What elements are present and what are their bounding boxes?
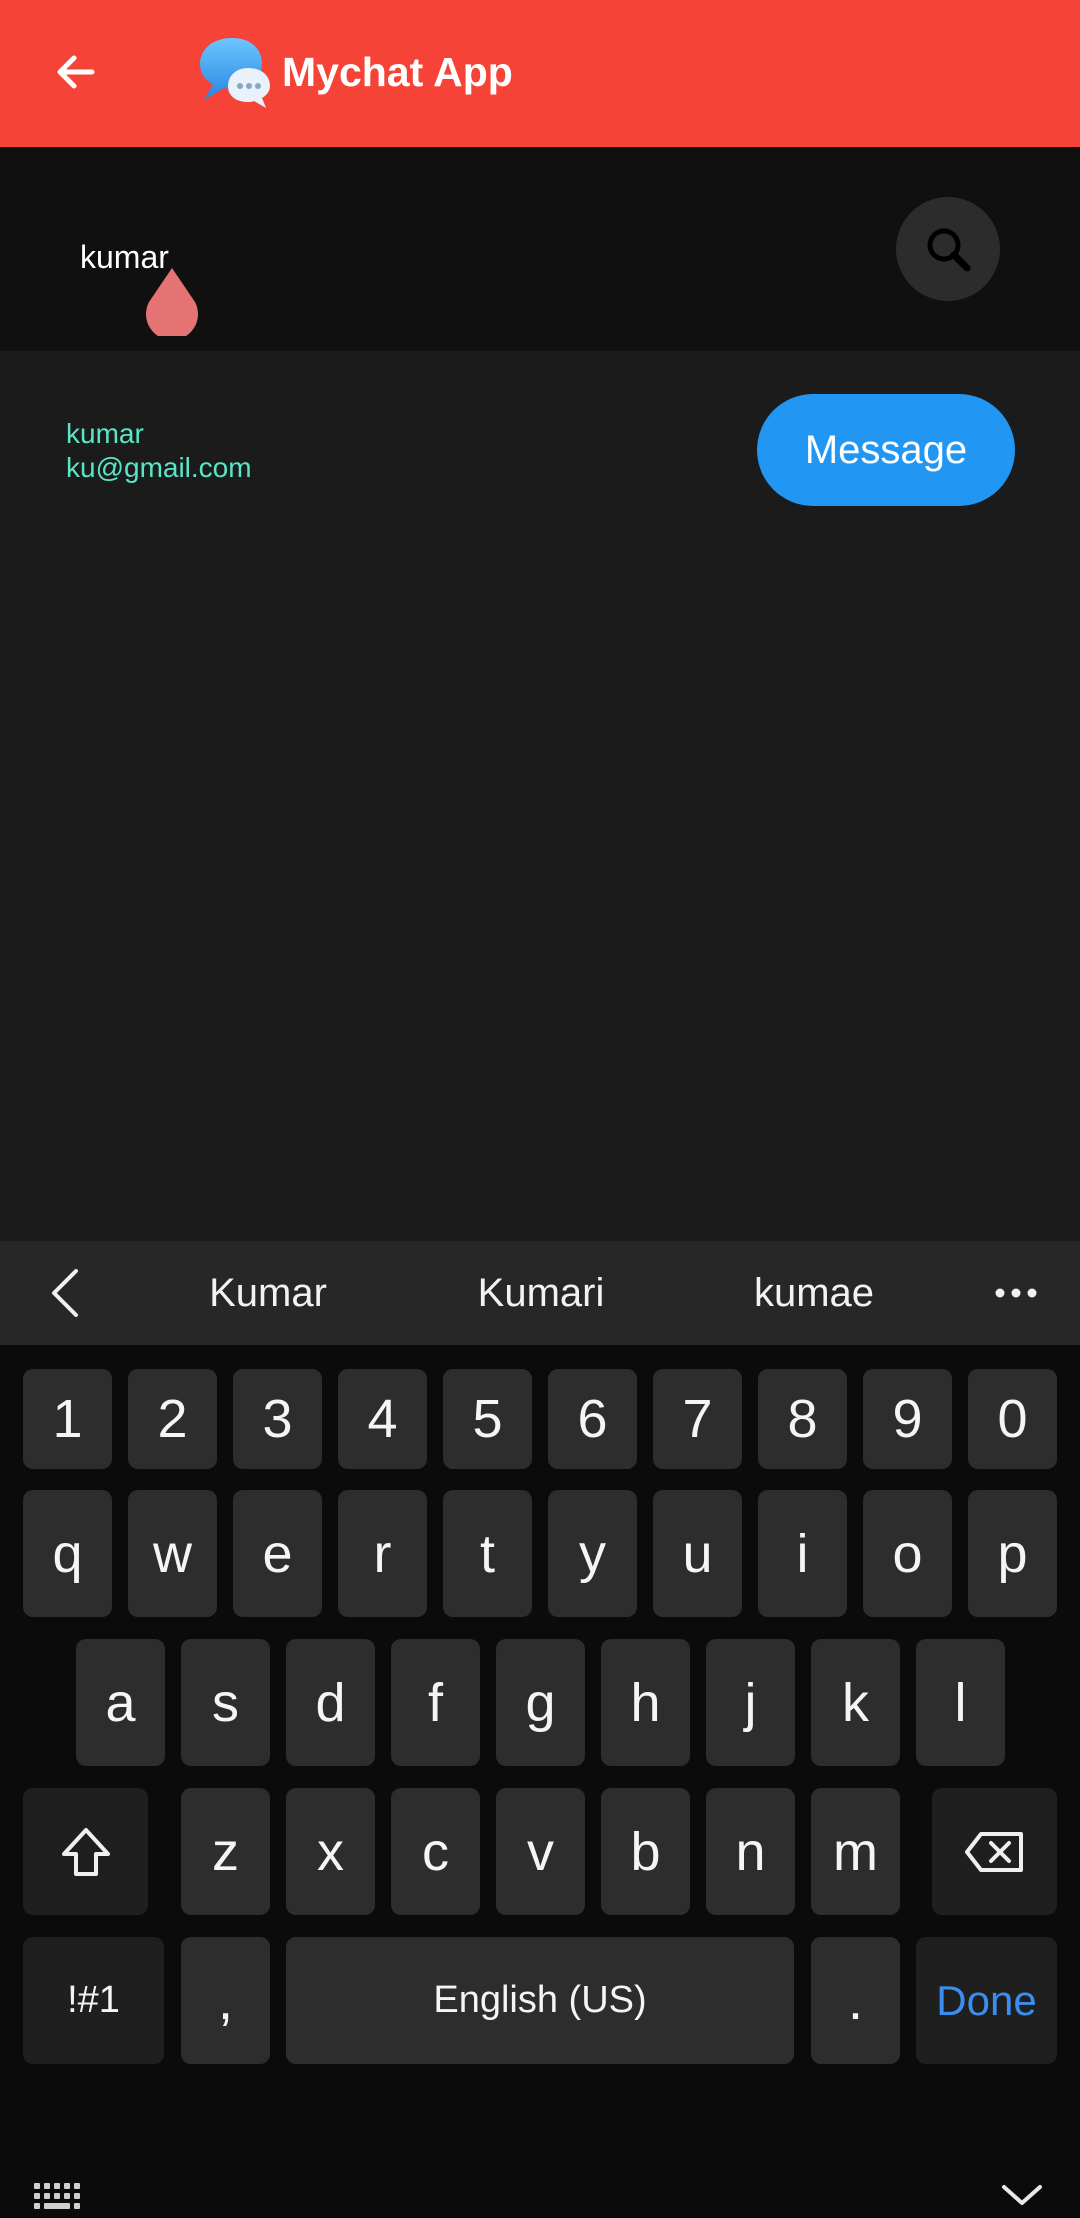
user-email: ku@gmail.com: [66, 452, 252, 483]
more-suggestions-button[interactable]: [990, 1267, 1042, 1319]
search-button[interactable]: [896, 197, 1000, 301]
back-button[interactable]: [44, 40, 108, 104]
key-v[interactable]: v: [496, 1788, 585, 1915]
search-results: kumar ku@gmail.com Message: [0, 351, 1080, 1241]
message-button[interactable]: Message: [757, 394, 1015, 506]
chevron-left-icon: [52, 1269, 78, 1317]
key-e[interactable]: e: [233, 1490, 322, 1617]
key-l[interactable]: l: [916, 1639, 1005, 1766]
key-6[interactable]: 6: [548, 1369, 637, 1469]
key-8[interactable]: 8: [758, 1369, 847, 1469]
key-0[interactable]: 0: [968, 1369, 1057, 1469]
text-cursor-handle[interactable]: [143, 266, 201, 336]
key-k[interactable]: k: [811, 1639, 900, 1766]
key-n[interactable]: n: [706, 1788, 795, 1915]
key-d[interactable]: d: [286, 1639, 375, 1766]
key-9[interactable]: 9: [863, 1369, 952, 1469]
arrow-left-icon: [57, 55, 95, 89]
key-s[interactable]: s: [181, 1639, 270, 1766]
key-g[interactable]: g: [496, 1639, 585, 1766]
key-j[interactable]: j: [706, 1639, 795, 1766]
key-p[interactable]: p: [968, 1490, 1057, 1617]
key-y[interactable]: y: [548, 1490, 637, 1617]
suggestion-bar: Kumar Kumari kumae: [0, 1241, 1080, 1345]
soft-keyboard: Kumar Kumari kumae 1 2 3 4 5 6 7 8 9 0 q…: [0, 1241, 1080, 2218]
shift-key[interactable]: [23, 1788, 148, 1915]
key-h[interactable]: h: [601, 1639, 690, 1766]
backspace-icon: [964, 1831, 1023, 1872]
key-m[interactable]: m: [811, 1788, 900, 1915]
backspace-key[interactable]: [932, 1788, 1057, 1915]
symbols-key[interactable]: !#1: [23, 1937, 164, 2064]
suggestion-1[interactable]: Kumar: [168, 1267, 368, 1319]
user-name: kumar: [66, 418, 144, 449]
comma-key[interactable]: ,: [181, 1937, 270, 2064]
key-2[interactable]: 2: [128, 1369, 217, 1469]
key-i[interactable]: i: [758, 1490, 847, 1617]
suggestion-back-button[interactable]: [40, 1267, 92, 1319]
space-key[interactable]: English (US): [286, 1937, 794, 2064]
key-3[interactable]: 3: [233, 1369, 322, 1469]
key-f[interactable]: f: [391, 1639, 480, 1766]
keyboard-icon[interactable]: [32, 2181, 88, 2215]
key-x[interactable]: x: [286, 1788, 375, 1915]
chevron-down-icon[interactable]: [1000, 2179, 1044, 2211]
key-r[interactable]: r: [338, 1490, 427, 1617]
key-1[interactable]: 1: [23, 1369, 112, 1469]
key-b[interactable]: b: [601, 1788, 690, 1915]
key-u[interactable]: u: [653, 1490, 742, 1617]
key-4[interactable]: 4: [338, 1369, 427, 1469]
app-bar: Mychat App: [0, 0, 1080, 147]
key-w[interactable]: w: [128, 1490, 217, 1617]
key-q[interactable]: q: [23, 1490, 112, 1617]
app-title: Mychat App: [282, 49, 513, 95]
key-z[interactable]: z: [181, 1788, 270, 1915]
key-a[interactable]: a: [76, 1639, 165, 1766]
period-key[interactable]: .: [811, 1937, 900, 2064]
suggestion-3[interactable]: kumae: [714, 1267, 914, 1319]
key-5[interactable]: 5: [443, 1369, 532, 1469]
more-horizontal-icon: [995, 1288, 1037, 1298]
key-7[interactable]: 7: [653, 1369, 742, 1469]
shift-arrow-icon: [61, 1827, 110, 1876]
key-t[interactable]: t: [443, 1490, 532, 1617]
chat-bubbles-logo: [196, 34, 272, 110]
key-o[interactable]: o: [863, 1490, 952, 1617]
key-c[interactable]: c: [391, 1788, 480, 1915]
suggestion-2[interactable]: Kumari: [441, 1267, 641, 1319]
search-icon: [927, 228, 971, 272]
done-key[interactable]: Done: [916, 1937, 1057, 2064]
